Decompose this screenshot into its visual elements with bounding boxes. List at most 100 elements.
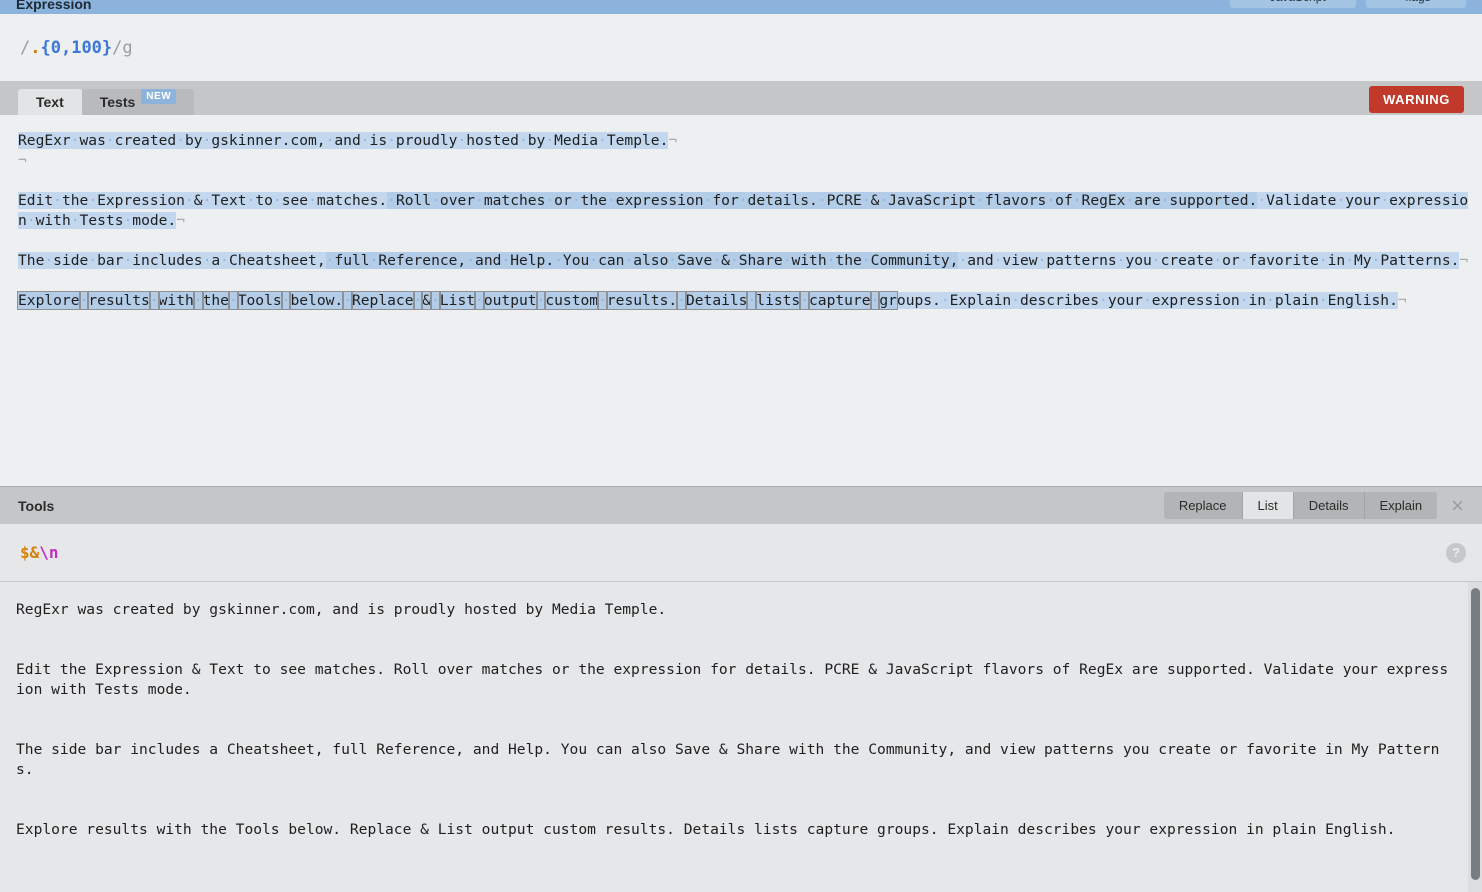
expression-code: /.{0,100}/g	[20, 38, 133, 58]
match-token: created	[114, 132, 177, 149]
match-token: mode.	[132, 212, 177, 229]
match-token: gskinner.com,	[211, 132, 326, 149]
match-token: Text	[211, 192, 247, 209]
match-token: proudly	[395, 132, 458, 149]
tab-text[interactable]: Text	[18, 89, 82, 115]
tools-tab-details[interactable]: Details	[1293, 492, 1365, 519]
match-token: full	[334, 252, 370, 269]
newline-escape-token: \n	[39, 543, 59, 562]
tools-output-panel: RegExr was created by gskinner.com, and …	[0, 582, 1482, 892]
help-icon[interactable]: ?	[1446, 542, 1466, 563]
match-token: by	[184, 132, 203, 149]
space-marker: ·	[1213, 252, 1223, 269]
space-marker: ·	[387, 132, 396, 149]
expression-input[interactable]: /.{0,100}/g	[0, 14, 1482, 82]
match-token: Explore	[17, 291, 81, 310]
match-token: English.	[1327, 292, 1398, 309]
space-marker: ·	[88, 252, 98, 269]
match-token: over	[439, 192, 476, 209]
list-pattern-code: $&\n	[20, 543, 59, 562]
list-pattern-input[interactable]: $&\n ?	[0, 524, 1482, 582]
match-token: RegExr	[18, 132, 71, 149]
match-token: can	[598, 252, 625, 269]
match-token: your	[1107, 292, 1143, 309]
editor-line: RegExr·was·created·by·gskinner.com,·and·…	[18, 131, 1472, 151]
match-token: details.	[747, 192, 818, 209]
space-marker: ·	[1239, 252, 1249, 269]
match-token: RegEx	[1081, 192, 1126, 209]
newline-marker: ¬	[668, 132, 678, 149]
tools-tab-explain[interactable]: Explain	[1364, 492, 1438, 519]
match-token: Roll	[395, 192, 432, 209]
match-token: for	[712, 192, 739, 209]
match-token: a	[211, 252, 221, 269]
match-token: flavors	[984, 192, 1047, 209]
text-editor-panel[interactable]: RegExr·was·created·by·gskinner.com,·and·…	[0, 115, 1482, 486]
space-marker: ·	[1142, 292, 1152, 309]
match-token: view	[1002, 252, 1038, 269]
space-marker: ·	[589, 252, 599, 269]
match-token: of	[1055, 192, 1073, 209]
match-token: Details	[684, 291, 749, 310]
match-token: with	[791, 252, 827, 269]
space-marker: ·	[1318, 252, 1328, 269]
tools-tab-list[interactable]: List	[1242, 492, 1294, 519]
tools-tab-group: Replace List Details Explain	[1163, 492, 1438, 519]
match-token: Tests	[79, 212, 124, 229]
match-token: bar	[97, 252, 124, 269]
newline-marker: ¬	[176, 212, 186, 229]
space-marker: ·	[1336, 192, 1346, 209]
output-scrollbar-thumb[interactable]	[1471, 588, 1480, 880]
space-marker: ·	[227, 291, 239, 310]
flavor-selector-label: JavaScript	[1270, 0, 1326, 4]
space-marker: ·	[1151, 252, 1161, 269]
match-token: also	[633, 252, 669, 269]
tab-tests[interactable]: Tests NEW	[81, 88, 195, 115]
match-token: you	[1125, 252, 1152, 269]
space-marker: ·	[545, 192, 555, 209]
tab-text-label: Text	[36, 94, 64, 110]
match-token: $&	[20, 543, 40, 562]
match-token: Help.	[510, 252, 555, 269]
chevron-down-icon: ▾	[1332, 0, 1337, 3]
code-icon: </>	[1249, 0, 1263, 3]
editor-line: Explore·results·with·the·Tools·below.·Re…	[17, 291, 1472, 311]
match-token: gr	[878, 291, 898, 310]
expression-panel-title: Expression	[16, 0, 92, 12]
space-marker: ·	[431, 192, 440, 209]
space-marker: ·	[554, 252, 563, 269]
space-marker: ·	[70, 132, 80, 149]
space-marker: ·	[571, 192, 581, 209]
expression-panel-header: Expression </> JavaScript ▾ ⚑ flags ▾	[0, 0, 1482, 14]
flavor-selector-button[interactable]: </> JavaScript ▾	[1230, 0, 1356, 8]
space-marker: ·	[624, 252, 634, 269]
space-marker: ·	[879, 192, 889, 209]
match-token: results.	[605, 291, 679, 310]
match-token: oups.	[896, 292, 941, 309]
space-marker: ·	[412, 291, 424, 310]
match-token: &	[421, 291, 433, 310]
space-marker: ·	[1318, 292, 1328, 309]
space-marker: ·	[729, 252, 739, 269]
space-marker: ·	[1266, 292, 1275, 309]
space-marker: ·	[597, 291, 608, 310]
space-marker: ·	[148, 291, 160, 310]
match-token: plain	[1274, 292, 1319, 309]
match-token: You	[562, 252, 590, 269]
match-token: matches	[483, 192, 546, 209]
space-marker: ·	[474, 291, 485, 310]
space-marker: ·	[387, 192, 396, 209]
flags-selector-button[interactable]: ⚑ flags ▾	[1366, 0, 1466, 8]
match-token: capture	[808, 291, 872, 310]
match-token: and	[475, 252, 502, 269]
newline-marker: ¬	[18, 152, 27, 169]
match-token: Explain	[949, 292, 1012, 309]
space-marker: ·	[466, 252, 476, 269]
match-token: with	[35, 212, 71, 229]
tools-tab-replace[interactable]: Replace	[1163, 492, 1243, 519]
close-icon[interactable]: ×	[1451, 494, 1464, 517]
match-token: the	[835, 252, 862, 269]
warning-badge[interactable]: WARNING	[1368, 86, 1464, 113]
match-token: see	[281, 192, 309, 209]
